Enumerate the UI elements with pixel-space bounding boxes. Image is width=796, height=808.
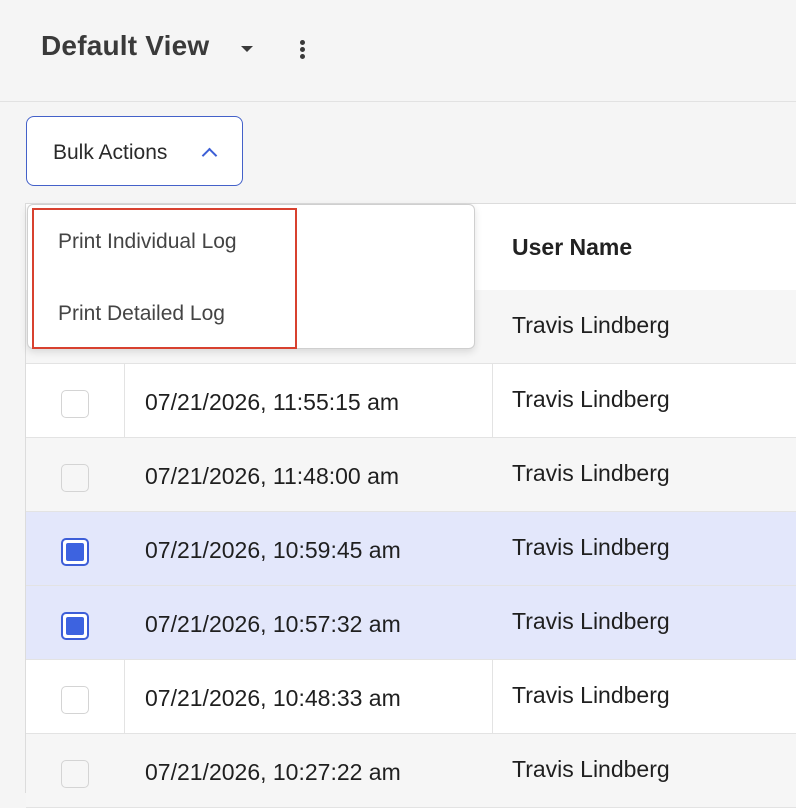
view-dropdown-caret-icon[interactable] [241, 46, 253, 52]
row-user-name: Travis Lindberg [512, 312, 670, 338]
row-checkbox[interactable] [61, 686, 89, 714]
row-user-name: Travis Lindberg [512, 534, 670, 560]
page-header: Default View [0, 0, 796, 102]
chevron-up-icon [201, 147, 218, 164]
row-checkbox[interactable] [61, 464, 89, 492]
row-user-name: Travis Lindberg [512, 682, 670, 708]
row-user-name: Travis Lindberg [512, 460, 670, 486]
table-row[interactable]: 07/21/2026, 11:55:15 am Travis Lindberg [26, 364, 796, 438]
table-row[interactable]: 07/21/2026, 10:48:33 am Travis Lindberg [26, 660, 796, 734]
view-title: Default View [41, 30, 210, 61]
row-date: 07/21/2026, 11:55:15 am [145, 389, 400, 415]
more-options-icon[interactable] [298, 38, 308, 62]
row-date: 07/21/2026, 10:57:32 am [145, 611, 401, 637]
table-row[interactable]: 07/21/2026, 10:27:22 am Travis Lindberg [26, 734, 796, 808]
row-date: 07/21/2026, 10:48:33 am [145, 685, 401, 711]
table-row[interactable]: 07/21/2026, 10:57:32 am Travis Lindberg [26, 586, 796, 660]
row-checkbox[interactable] [61, 612, 89, 640]
annotation-highlight-box [32, 208, 297, 349]
row-date: 07/21/2026, 11:48:00 am [145, 463, 400, 489]
row-date: 07/21/2026, 10:27:22 am [145, 759, 401, 785]
row-user-name: Travis Lindberg [512, 386, 670, 412]
row-checkbox[interactable] [61, 538, 89, 566]
row-checkbox[interactable] [61, 390, 89, 418]
table-row[interactable]: 07/21/2026, 10:59:45 am Travis Lindberg [26, 512, 796, 586]
row-date: 07/21/2026, 10:59:45 am [145, 537, 401, 563]
row-user-name: Travis Lindberg [512, 608, 670, 634]
table-row[interactable]: 07/21/2026, 11:48:00 am Travis Lindberg [26, 438, 796, 512]
bulk-actions-button[interactable]: Bulk Actions [26, 116, 243, 186]
row-checkbox[interactable] [61, 760, 89, 788]
bulk-actions-label: Bulk Actions [53, 141, 168, 164]
column-header-user-name[interactable]: User Name [512, 234, 632, 261]
row-user-name: Travis Lindberg [512, 756, 670, 782]
